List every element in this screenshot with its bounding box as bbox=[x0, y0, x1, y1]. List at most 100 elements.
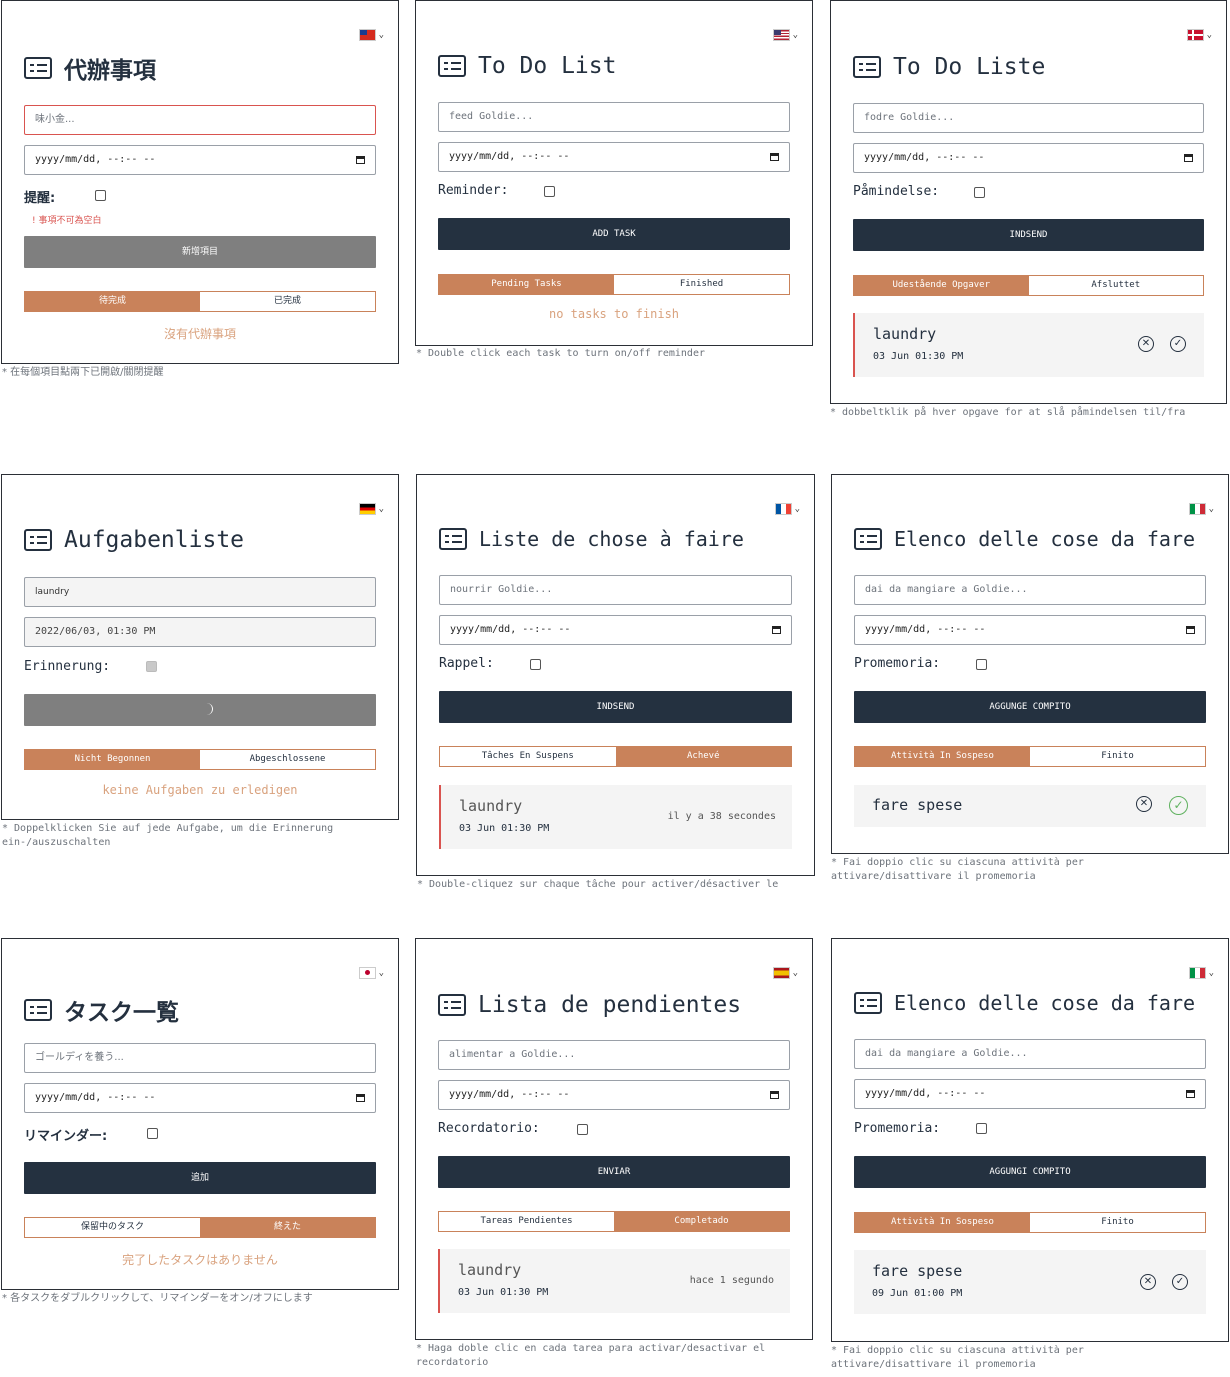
todo-panel-es: ⌄ Lista de pendientes alimentar a Goldie… bbox=[415, 938, 813, 1340]
language-selector[interactable]: ⌄ bbox=[1186, 29, 1212, 41]
tab-finished[interactable]: Afsluttet bbox=[1029, 276, 1204, 295]
check-circle-icon[interactable]: ✓ bbox=[1170, 336, 1186, 352]
reminder-checkbox[interactable] bbox=[95, 190, 106, 201]
tab-finished[interactable]: 終えた bbox=[200, 1218, 375, 1237]
task-tabs: Attività In Sospeso Finito bbox=[854, 1212, 1206, 1233]
add-task-button[interactable]: AGGUNGI COMPITO bbox=[854, 1156, 1206, 1188]
language-selector[interactable]: ⌄ bbox=[772, 967, 798, 979]
task-input[interactable]: laundry bbox=[24, 577, 376, 607]
datetime-input[interactable]: yyyy/mm/dd, --:-- -- bbox=[854, 1079, 1206, 1109]
chevron-down-icon: ⌄ bbox=[792, 30, 798, 40]
x-circle-icon[interactable]: ✕ bbox=[1140, 1274, 1156, 1290]
chevron-down-icon: ⌄ bbox=[378, 968, 384, 978]
datetime-input[interactable]: yyyy/mm/dd, --:-- -- bbox=[24, 1083, 376, 1113]
language-selector[interactable]: ⌄ bbox=[772, 29, 798, 41]
task-date: 03 Jun 01:30 PM bbox=[873, 351, 964, 362]
reminder-checkbox[interactable] bbox=[976, 659, 987, 670]
reminder-checkbox[interactable] bbox=[974, 187, 985, 198]
tab-finished[interactable]: Finished bbox=[614, 275, 789, 294]
reminder-row: 提醒: bbox=[24, 191, 56, 206]
task-input[interactable]: nourrir Goldie... bbox=[439, 575, 792, 605]
reminder-checkbox[interactable] bbox=[577, 1124, 588, 1135]
add-task-button[interactable]: ADD TASK bbox=[438, 218, 790, 250]
tab-finished[interactable]: Completado bbox=[614, 1212, 789, 1231]
task-input[interactable]: 味小金... bbox=[24, 105, 376, 135]
language-selector[interactable]: ⌄ bbox=[1188, 503, 1214, 515]
reminder-checkbox[interactable] bbox=[530, 659, 541, 670]
tab-pending[interactable]: Tareas Pendientes bbox=[439, 1212, 614, 1231]
submit-button[interactable]: INDSEND bbox=[439, 691, 792, 723]
check-circle-icon[interactable]: ✓ bbox=[1172, 1274, 1188, 1290]
datetime-input[interactable]: yyyy/mm/dd, --:-- -- bbox=[438, 1080, 790, 1110]
task-input[interactable]: dai da mangiare a Goldie... bbox=[854, 1039, 1206, 1069]
task-date: 09 Jun 01:00 PM bbox=[872, 1288, 963, 1299]
todo-panel-ja: ⌄ タスク一覧 ゴールディを養う... yyyy/mm/dd, --:-- --… bbox=[1, 938, 399, 1290]
task-name: fare spese bbox=[872, 796, 963, 814]
check-circle-icon[interactable]: ✓ bbox=[1169, 796, 1188, 815]
calendar-icon[interactable] bbox=[356, 156, 365, 164]
calendar-icon[interactable] bbox=[356, 1094, 365, 1102]
tab-pending[interactable]: Attività In Sospeso bbox=[855, 747, 1030, 766]
task-input[interactable]: alimentar a Goldie... bbox=[438, 1040, 790, 1070]
datetime-input[interactable]: yyyy/mm/dd, --:-- -- bbox=[854, 615, 1206, 645]
calendar-icon[interactable] bbox=[1184, 154, 1193, 162]
language-selector[interactable]: ⌄ bbox=[358, 967, 384, 979]
tab-finished[interactable]: Achevé bbox=[615, 747, 791, 766]
tab-finished[interactable]: 已完成 bbox=[200, 292, 375, 311]
add-task-button[interactable]: AGGUNGE COMPITO bbox=[854, 691, 1206, 723]
datetime-input[interactable]: yyyy/mm/dd, --:-- -- bbox=[439, 615, 792, 645]
datetime-input[interactable]: yyyy/mm/dd, --:-- -- bbox=[853, 143, 1204, 173]
tab-pending[interactable]: Udestående Opgaver bbox=[854, 276, 1029, 295]
todo-panel-de: ⌄ Aufgabenliste laundry 2022/06/03, 01:3… bbox=[1, 474, 399, 820]
tab-pending[interactable]: Attività In Sospeso bbox=[855, 1213, 1030, 1232]
tab-pending[interactable]: 待完成 bbox=[25, 292, 200, 311]
language-selector[interactable]: ⌄ bbox=[358, 503, 384, 515]
reminder-checkbox[interactable] bbox=[976, 1123, 987, 1134]
datetime-input[interactable]: yyyy/mm/dd, --:-- -- bbox=[438, 142, 790, 172]
task-input[interactable]: fodre Goldie... bbox=[853, 103, 1204, 133]
reminder-note: * dobbeltklik på hver opgave for at slå … bbox=[830, 407, 1186, 418]
task-name: laundry bbox=[458, 1261, 522, 1279]
tab-pending[interactable]: Tâches En Suspens bbox=[440, 747, 616, 766]
language-selector[interactable]: ⌄ bbox=[1188, 967, 1214, 979]
task-item[interactable]: fare spese ✕ ✓ bbox=[854, 785, 1206, 827]
calendar-icon[interactable] bbox=[772, 626, 781, 634]
reminder-checkbox[interactable] bbox=[147, 1128, 158, 1139]
tab-pending[interactable]: 保留中のタスク bbox=[25, 1218, 200, 1237]
submit-button[interactable]: INDSEND bbox=[853, 219, 1204, 251]
empty-message: keine Aufgaben zu erledigen bbox=[102, 783, 298, 797]
chevron-down-icon: ⌄ bbox=[792, 968, 798, 978]
calendar-icon[interactable] bbox=[1186, 1090, 1195, 1098]
task-item[interactable]: laundry 03 Jun 01:30 PM hace 1 segundo bbox=[438, 1249, 790, 1313]
page-title: 代辦事項 bbox=[24, 51, 156, 85]
reminder-checkbox[interactable] bbox=[544, 186, 555, 197]
tab-finished[interactable]: Finito bbox=[1030, 1213, 1205, 1232]
reminder-checkbox[interactable] bbox=[146, 661, 157, 672]
x-circle-icon[interactable]: ✕ bbox=[1136, 796, 1152, 812]
add-task-button[interactable]: 追加 bbox=[24, 1162, 376, 1194]
reminder-row: リマインダー: bbox=[24, 1129, 108, 1144]
tab-pending[interactable]: Nicht Begonnen bbox=[25, 750, 200, 769]
task-item[interactable]: laundry 03 Jun 01:30 PM ✕ ✓ bbox=[853, 313, 1204, 377]
page-title: Elenco delle cose da fare bbox=[854, 991, 1195, 1015]
add-task-button[interactable]: 新增項目 bbox=[24, 236, 376, 268]
language-selector[interactable]: ⌄ bbox=[774, 503, 800, 515]
submit-button[interactable]: ENVIAR bbox=[438, 1156, 790, 1188]
language-selector[interactable]: ⌄ bbox=[358, 29, 384, 41]
task-item[interactable]: laundry 03 Jun 01:30 PM il y a 38 second… bbox=[439, 785, 792, 849]
task-item[interactable]: fare spese 09 Jun 01:00 PM ✕ ✓ bbox=[854, 1250, 1206, 1314]
calendar-icon[interactable] bbox=[770, 1091, 779, 1099]
calendar-icon[interactable] bbox=[1186, 626, 1195, 634]
x-circle-icon[interactable]: ✕ bbox=[1138, 336, 1154, 352]
calendar-icon[interactable] bbox=[770, 153, 779, 161]
tab-finished[interactable]: Abgeschlossene bbox=[200, 750, 375, 769]
tab-pending[interactable]: Pending Tasks bbox=[439, 275, 614, 294]
task-input[interactable]: feed Goldie... bbox=[438, 102, 790, 132]
datetime-input[interactable]: 2022/06/03, 01:30 PM bbox=[24, 617, 376, 647]
submit-button[interactable] bbox=[24, 694, 376, 726]
reminder-note: * Double click each task to turn on/off … bbox=[416, 348, 705, 359]
task-input[interactable]: dai da mangiare a Goldie... bbox=[854, 575, 1206, 605]
task-input[interactable]: ゴールディを養う... bbox=[24, 1043, 376, 1073]
datetime-input[interactable]: yyyy/mm/dd, --:-- -- bbox=[24, 145, 376, 175]
tab-finished[interactable]: Finito bbox=[1030, 747, 1205, 766]
